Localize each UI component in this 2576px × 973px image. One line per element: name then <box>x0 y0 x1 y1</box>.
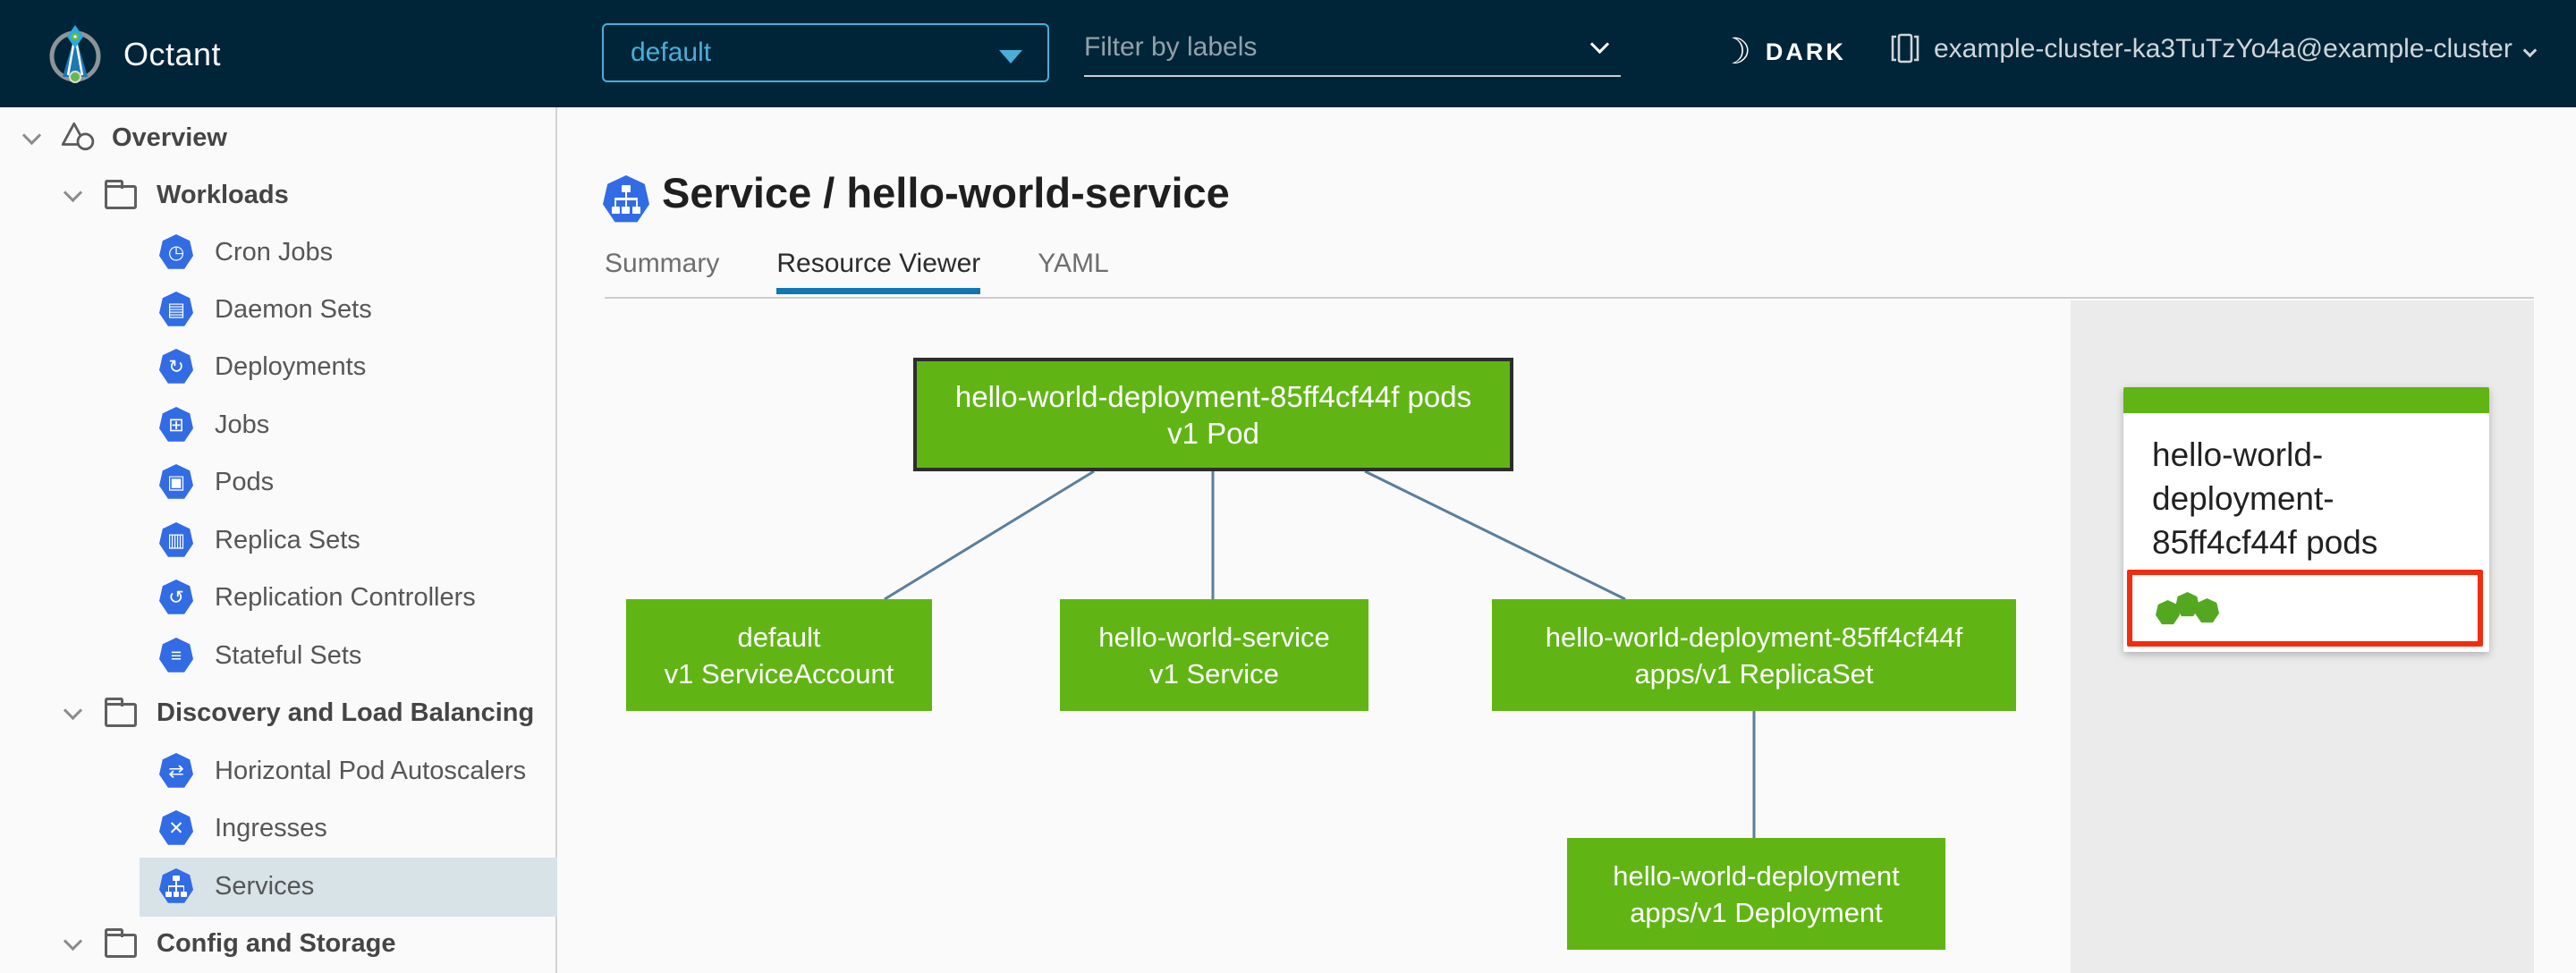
graph-node-deployment[interactable]: hello-world-deployment apps/v1 Deploymen… <box>1567 838 1945 950</box>
sidebar-item-pods[interactable]: ▣ Pods <box>0 453 557 511</box>
statefulset-icon: ≡ <box>159 638 193 673</box>
deployment-icon: ↻ <box>159 349 193 384</box>
chevron-down-icon <box>63 931 83 951</box>
sidebar-item-horizontal-pod-autoscalers[interactable]: ⇄ Horizontal Pod Autoscalers <box>0 742 557 800</box>
card-status-bar <box>2123 387 2489 413</box>
card-title: hello-world-deployment-85ff4cf44f pods <box>2152 436 2378 561</box>
sidebar-item-cron-jobs[interactable]: ◷ Cron Jobs <box>0 224 557 281</box>
octant-app: Octant default ☾ DARK example-cluster-ka… <box>0 0 2576 973</box>
objects-icon <box>60 120 96 157</box>
navigation-sidebar: Overview Workloads ◷ Cron Jobs ▤ Daemon … <box>0 107 557 973</box>
sidebar-item-replication-controllers[interactable]: ↺ Replication Controllers <box>0 569 557 626</box>
replicationcontroller-icon: ↺ <box>159 580 193 614</box>
sidebar-item-replica-sets[interactable]: ▥ Replica Sets <box>0 512 557 569</box>
app-header: Octant default ☾ DARK example-cluster-ka… <box>0 0 2576 107</box>
tab-resource-viewer[interactable]: Resource Viewer <box>776 249 981 294</box>
sidebar-item-overview[interactable]: Overview <box>0 109 557 166</box>
daemonset-icon: ▤ <box>159 292 193 326</box>
octant-logo-icon <box>47 23 104 84</box>
pod-icon: ▣ <box>159 464 193 499</box>
namespace-dropdown-value: default <box>631 38 712 67</box>
folder-icon <box>105 698 137 727</box>
sidebar-item-jobs[interactable]: ⊞ Jobs <box>0 396 557 453</box>
ingress-icon: ✕ <box>159 810 193 845</box>
app-title: Octant <box>123 36 222 72</box>
cluster-name: example-cluster-ka3TuTzYo4a@example-clus… <box>1934 33 2512 63</box>
sidebar-item-ingresses[interactable]: ✕ Ingresses <box>0 800 557 857</box>
chevron-down-icon <box>2522 43 2538 58</box>
sidebar-item-stateful-sets[interactable]: ≡ Stateful Sets <box>0 627 557 684</box>
moon-icon: ☾ <box>1719 32 1751 72</box>
sidebar-item-services[interactable]: Services <box>0 858 557 915</box>
graph-node-replicaset[interactable]: hello-world-deployment-85ff4cf44f apps/v… <box>1492 599 2016 711</box>
pod-status-highlight[interactable] <box>2127 570 2483 647</box>
cluster-selector[interactable]: example-cluster-ka3TuTzYo4a@example-clus… <box>1889 25 2538 72</box>
namespace-dropdown[interactable]: default <box>602 23 1049 82</box>
pod-status-dot <box>2195 598 2219 623</box>
resource-detail-panel: hello-world-deployment-85ff4cf44f pods <box>2071 300 2534 973</box>
sidebar-item-workloads[interactable]: Workloads <box>0 166 557 224</box>
caret-down-icon <box>999 50 1022 63</box>
page-title: Service / hello-world-service <box>662 169 1230 216</box>
folder-icon <box>105 928 137 958</box>
cronjob-icon: ◷ <box>159 234 193 269</box>
tab-divider <box>605 297 2534 299</box>
job-icon: ⊞ <box>159 407 193 442</box>
sidebar-item-config-and-storage[interactable]: Config and Storage <box>0 915 557 972</box>
folder-icon <box>105 180 137 209</box>
tab-bar: Summary Resource Viewer YAML <box>605 249 1109 294</box>
sidebar-item-deployments[interactable]: ↻ Deployments <box>0 338 557 395</box>
service-icon <box>159 868 193 903</box>
graph-node-service[interactable]: hello-world-service v1 Service <box>1060 599 1368 711</box>
chevron-down-icon <box>63 700 83 720</box>
label-filter-input[interactable] <box>1084 25 1567 70</box>
replicaset-icon: ▥ <box>159 522 193 557</box>
theme-toggle-label: DARK <box>1765 38 1846 65</box>
theme-toggle-button[interactable]: ☾ DARK <box>1719 27 1846 77</box>
service-icon <box>603 175 649 223</box>
chevron-down-icon <box>63 182 83 202</box>
cluster-icon <box>1889 29 1921 72</box>
hpa-icon: ⇄ <box>159 753 193 788</box>
sidebar-item-daemon-sets[interactable]: ▤ Daemon Sets <box>0 281 557 338</box>
label-filter <box>1084 25 1621 77</box>
graph-node-pod[interactable]: hello-world-deployment-85ff4cf44f pods v… <box>913 358 1513 471</box>
sidebar-item-discovery-and-load-balancing[interactable]: Discovery and Load Balancing <box>0 684 557 741</box>
pod-group-card[interactable]: hello-world-deployment-85ff4cf44f pods <box>2123 387 2489 652</box>
tab-yaml[interactable]: YAML <box>1038 249 1108 294</box>
tab-summary[interactable]: Summary <box>605 249 719 294</box>
chevron-down-icon <box>21 125 42 145</box>
chevron-down-icon[interactable] <box>1589 34 1610 55</box>
graph-node-serviceaccount[interactable]: default v1 ServiceAccount <box>626 599 932 711</box>
